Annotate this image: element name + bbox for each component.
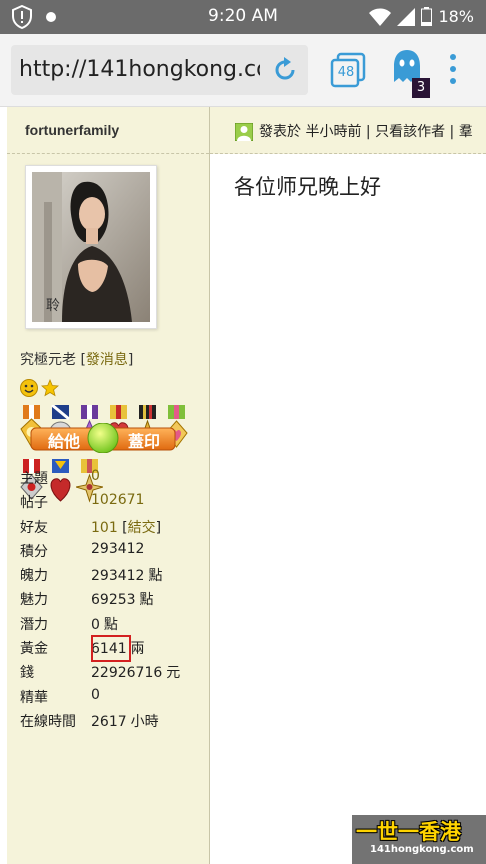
post-date-label: 發表於 bbox=[259, 124, 301, 140]
stat-row: 在線時間 2617 小時 bbox=[20, 711, 210, 735]
stat-label: 黃金 bbox=[20, 641, 48, 658]
status-bar: 9:20 AM 18% bbox=[0, 0, 486, 34]
stat-row: 魄力 293412 點 bbox=[20, 565, 210, 589]
battery-icon bbox=[421, 7, 433, 26]
post-time: 半小時前 bbox=[305, 124, 362, 140]
battery-percent: 18% bbox=[438, 7, 474, 26]
stat-row: 魅力 69253 點 bbox=[20, 589, 210, 613]
stat-unit: 元 bbox=[166, 665, 181, 682]
stat-label: 主題 bbox=[20, 471, 48, 487]
stat-row: 帖子 102671 bbox=[20, 492, 210, 516]
smiley-icon bbox=[20, 379, 38, 397]
star-icon bbox=[41, 379, 59, 397]
stat-row: 錢 22926716 元 bbox=[20, 662, 210, 686]
stat-label: 帖子 bbox=[20, 495, 48, 512]
stat-value: 22926716 bbox=[91, 665, 163, 682]
stat-unit: 兩 bbox=[130, 641, 145, 658]
stat-unit: 小時 bbox=[130, 713, 159, 730]
stat-value: 0 bbox=[91, 616, 100, 633]
give-button-right-label[interactable]: 蓋印 bbox=[128, 428, 160, 452]
send-message-link[interactable]: 發消息 bbox=[86, 352, 128, 368]
stat-row: 精華 0 bbox=[20, 687, 210, 711]
author-only-link[interactable]: 只看該作者 bbox=[375, 124, 445, 140]
post-content: 各位师兄晚上好 bbox=[234, 175, 381, 199]
stat-value: 293412 bbox=[91, 568, 145, 585]
svg-text:聆: 聆 bbox=[46, 298, 60, 314]
stat-row: 主題 0 bbox=[20, 468, 210, 492]
stat-unit: 點 bbox=[148, 568, 163, 585]
stat-label: 在線時間 bbox=[20, 713, 76, 730]
post-header: 發表於 半小時前 | 只看該作者 | 羣 bbox=[210, 107, 486, 154]
stat-row: 黃金 6141 兩 bbox=[20, 635, 210, 663]
stat-label: 好友 bbox=[20, 519, 48, 536]
add-friend-link[interactable]: 結交 bbox=[128, 520, 156, 536]
stat-label: 錢 bbox=[20, 665, 34, 682]
user-stats: 主題 0 帖子 102671 好友 101 [結交] 積分 293412 魄力 293412 點魅力… bbox=[20, 468, 210, 735]
give-button-left-label[interactable]: 給他 bbox=[48, 428, 80, 452]
stat-unit: 點 bbox=[139, 592, 154, 609]
reload-icon[interactable] bbox=[272, 57, 298, 83]
user-sidebar: fortunerfamily 聆 究極元老 [發消息] 給他 蓋印 主題 0 帖… bbox=[7, 107, 210, 864]
stat-label: 積分 bbox=[20, 543, 48, 560]
overflow-menu-icon[interactable] bbox=[448, 54, 458, 88]
stat-value: 293412 bbox=[91, 540, 145, 557]
watermark-url: 141hongkong.com bbox=[370, 844, 474, 855]
user-rank: 究極元老 [發消息] bbox=[20, 352, 134, 368]
stat-row: 好友 101 [結交] bbox=[20, 517, 210, 541]
username[interactable]: fortunerfamily bbox=[25, 122, 119, 138]
tabs-count[interactable]: 48 bbox=[333, 65, 359, 80]
avatar[interactable]: 聆 bbox=[32, 172, 150, 322]
wifi-icon bbox=[369, 8, 392, 26]
stat-unit: 點 bbox=[103, 616, 118, 633]
stat-value[interactable]: 0 bbox=[91, 468, 100, 484]
stat-label: 精華 bbox=[20, 689, 48, 706]
browser-toolbar: http://141hongkong.com 48 3 bbox=[0, 34, 486, 107]
stat-value: 2617 bbox=[91, 713, 127, 730]
stat-label: 魄力 bbox=[20, 568, 48, 585]
stat-label: 潛力 bbox=[20, 616, 48, 633]
url-text[interactable]: http://141hongkong.com bbox=[19, 57, 291, 82]
url-bar[interactable]: http://141hongkong.com bbox=[11, 45, 308, 95]
highlight-box bbox=[91, 635, 131, 663]
forum-page: fortunerfamily 聆 究極元老 [發消息] 給他 蓋印 主題 0 帖… bbox=[0, 107, 486, 864]
signal-icon bbox=[397, 7, 416, 26]
ghostery-badge: 3 bbox=[412, 78, 430, 98]
stat-value: 0 bbox=[91, 686, 100, 703]
stat-value: 69253 bbox=[91, 592, 136, 609]
stat-value[interactable]: 102671 bbox=[91, 492, 144, 508]
stat-row: 積分 293412 bbox=[20, 541, 210, 565]
watermark-text: 一世一香港 bbox=[356, 820, 461, 844]
avatar-frame: 聆 bbox=[25, 165, 157, 329]
user-online-icon bbox=[235, 123, 253, 141]
stat-value[interactable]: 101 bbox=[91, 520, 118, 536]
stat-label: 魅力 bbox=[20, 592, 48, 609]
more-link[interactable]: | 羣 bbox=[450, 124, 473, 140]
